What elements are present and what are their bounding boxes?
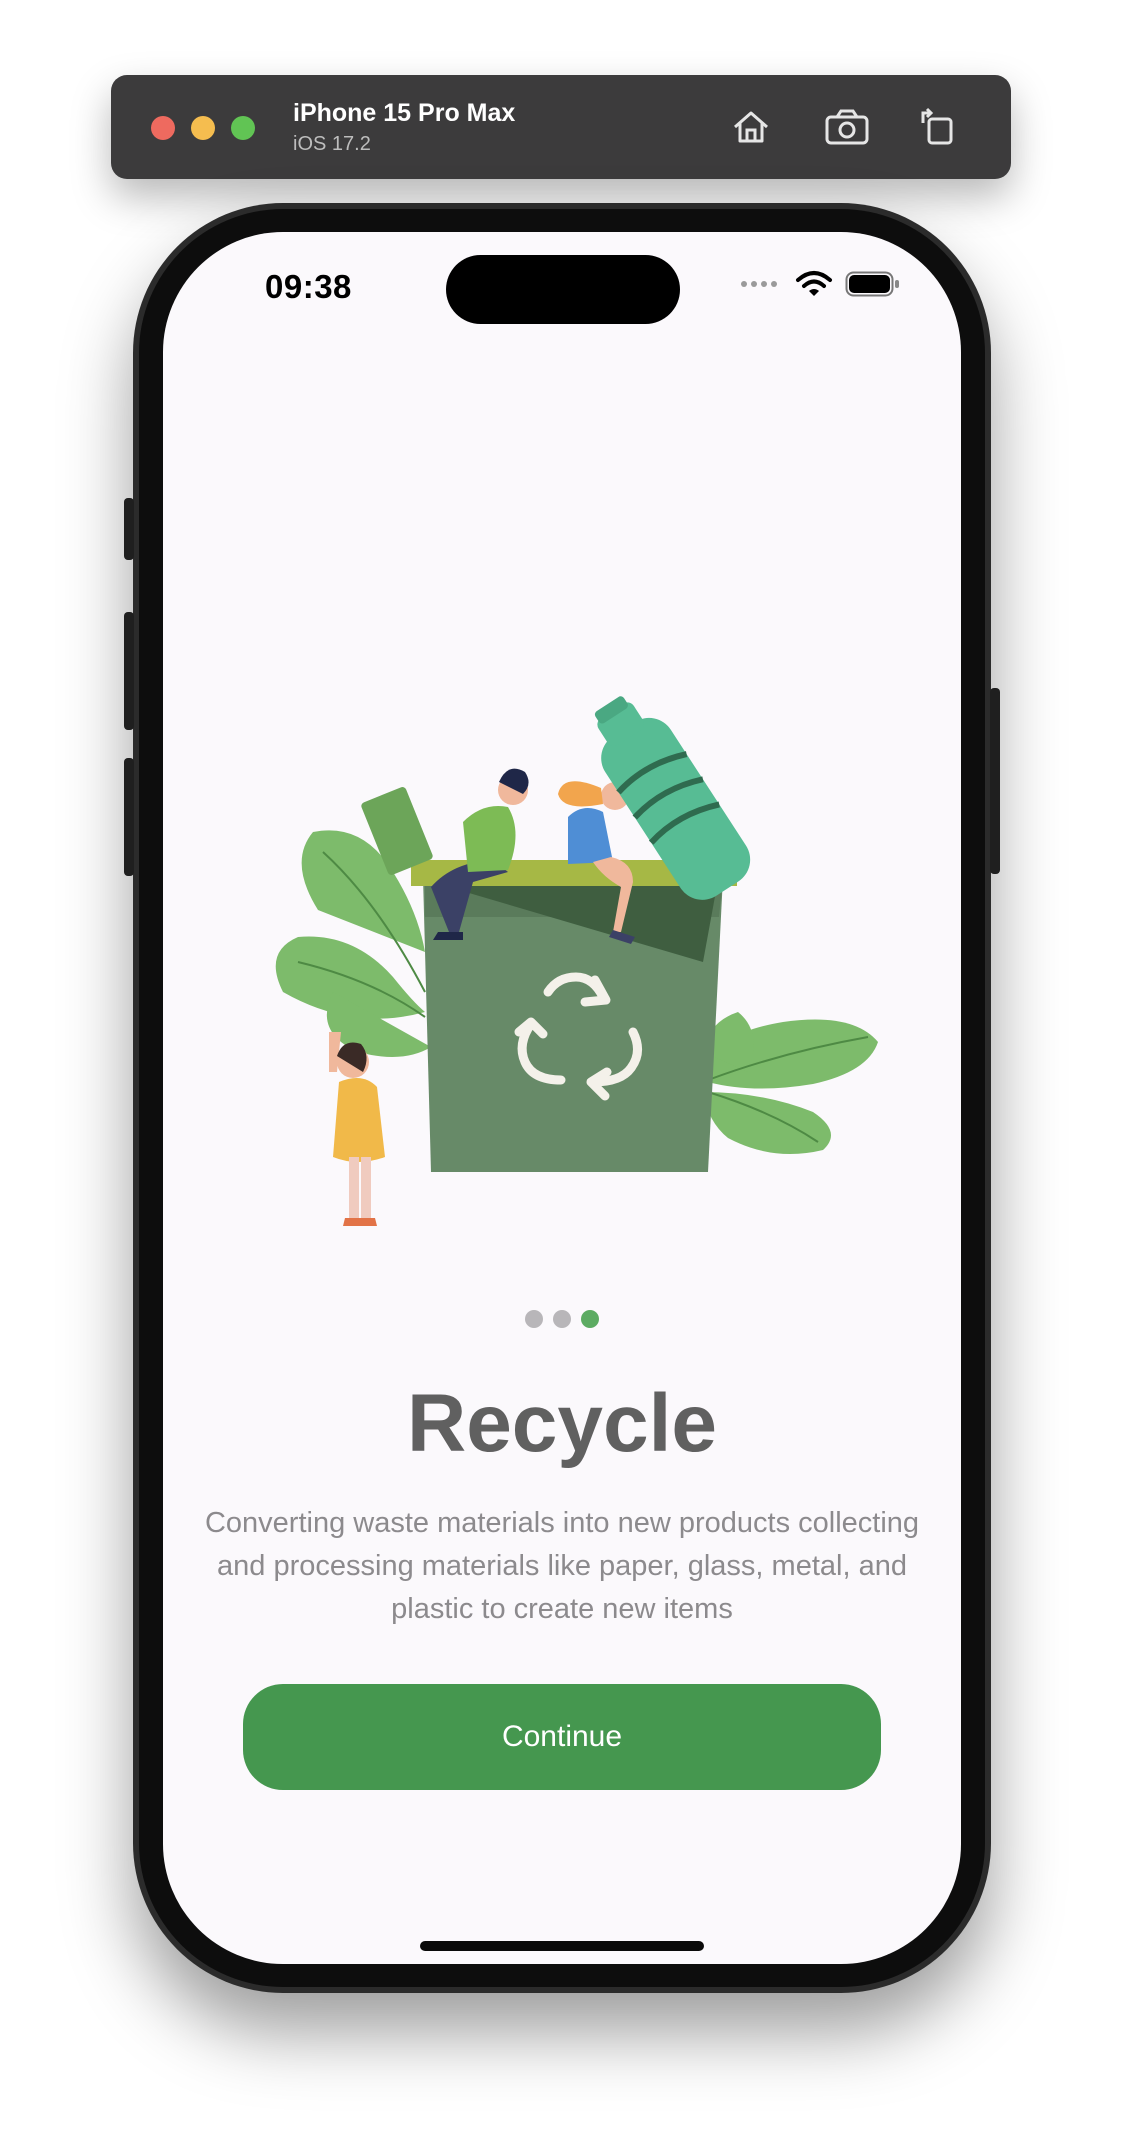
battery-icon <box>845 271 899 297</box>
rotate-icon[interactable] <box>911 101 963 153</box>
signal-dots-icon <box>741 281 777 287</box>
home-indicator[interactable] <box>420 1941 704 1951</box>
page-dot-active[interactable] <box>581 1310 599 1328</box>
onboarding-description: Converting waste materials into new prod… <box>204 1507 920 1625</box>
recycle-bin-illustration <box>163 432 961 1332</box>
close-window-button[interactable] <box>151 116 175 140</box>
continue-button[interactable]: Continue <box>243 1684 881 1790</box>
status-time: 09:38 <box>265 268 352 305</box>
wifi-icon <box>796 271 832 296</box>
onboarding-title: Recycle <box>406 1378 718 1469</box>
app-screen: 09:38 Recycle Converting waste materials… <box>163 232 961 1964</box>
status-icons <box>741 270 901 298</box>
action-button <box>124 498 134 560</box>
page-indicator <box>163 1310 961 1328</box>
os-version: iOS 17.2 <box>293 133 371 155</box>
power-button <box>990 688 1000 874</box>
device-name: iPhone 15 Pro Max <box>293 99 516 127</box>
page-dot[interactable] <box>525 1310 543 1328</box>
minimize-window-button[interactable] <box>191 116 215 140</box>
page-dot[interactable] <box>553 1310 571 1328</box>
dynamic-island <box>446 255 680 324</box>
simulator-toolbar: iPhone 15 Pro Max iOS 17.2 <box>111 75 1011 179</box>
volume-up-button <box>124 612 134 730</box>
volume-down-button <box>124 758 134 876</box>
maximize-window-button[interactable] <box>231 116 255 140</box>
screenshot-icon[interactable] <box>821 101 873 153</box>
home-icon[interactable] <box>725 101 777 153</box>
